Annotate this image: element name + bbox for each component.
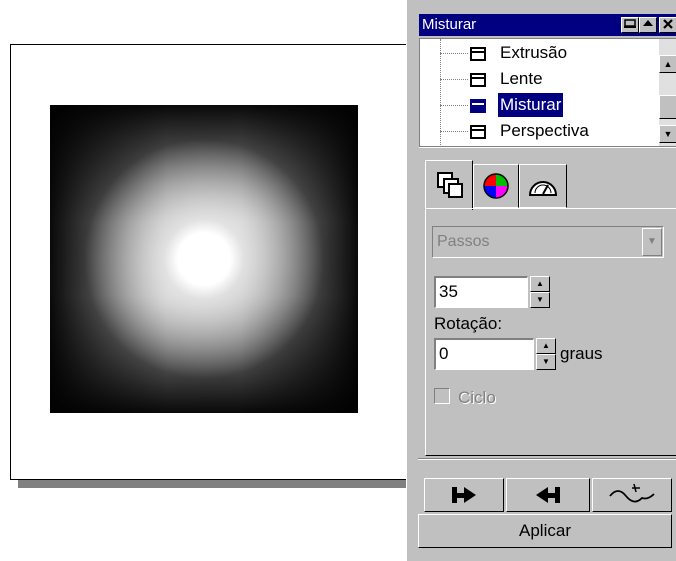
tree-branch bbox=[440, 79, 468, 80]
spin-up-icon[interactable]: ▲ bbox=[530, 276, 550, 292]
list-scrollbar[interactable]: ▲ ▼ bbox=[659, 39, 676, 146]
end-arrow-icon bbox=[536, 487, 560, 503]
roll-up-icon[interactable] bbox=[621, 17, 639, 33]
divider bbox=[419, 146, 676, 148]
docker-title-bar[interactable]: Misturar bbox=[419, 14, 676, 36]
spin-down-icon[interactable]: ▼ bbox=[536, 354, 556, 370]
rotation-label: Rotação: bbox=[434, 314, 503, 333]
loop-checkbox[interactable] bbox=[434, 388, 450, 404]
rotation-input[interactable]: 0 bbox=[434, 338, 534, 370]
tree-branch bbox=[440, 131, 468, 132]
blend-center-highlight bbox=[84, 139, 324, 379]
spin-down-icon[interactable]: ▼ bbox=[530, 292, 550, 308]
mode-select-value: Passos bbox=[437, 233, 490, 250]
steps-spinner[interactable]: ▲ ▼ bbox=[530, 276, 550, 308]
collapse-up-icon[interactable] bbox=[639, 17, 657, 33]
divider bbox=[418, 458, 676, 460]
color-wheel-icon bbox=[483, 173, 509, 199]
path-blend-button[interactable] bbox=[592, 478, 672, 512]
list-item[interactable]: Extrusão bbox=[420, 41, 660, 67]
steps-input[interactable]: 35 bbox=[434, 276, 528, 308]
path-curve-icon bbox=[609, 483, 655, 503]
list-item[interactable]: Perspectiva bbox=[420, 119, 660, 145]
tab-blend-steps[interactable] bbox=[425, 160, 473, 210]
blend-steps-icon bbox=[437, 172, 463, 198]
tab-color[interactable] bbox=[473, 164, 519, 208]
tree-branch bbox=[440, 53, 468, 54]
tab-acceleration[interactable] bbox=[519, 164, 567, 208]
docker-title: Misturar bbox=[422, 16, 477, 33]
close-icon[interactable] bbox=[659, 17, 676, 33]
list-item-label: Lente bbox=[500, 69, 543, 88]
object-effect-icon bbox=[470, 125, 486, 139]
list-item-label: Misturar bbox=[498, 93, 564, 117]
spin-up-icon[interactable]: ▲ bbox=[536, 338, 556, 354]
mode-select[interactable]: Passos ▼ bbox=[432, 226, 664, 258]
scroll-down-icon[interactable]: ▼ bbox=[659, 125, 676, 143]
effects-list[interactable]: Extrusão Lente Misturar Perspectiva ▲ ▼ bbox=[419, 38, 676, 146]
tree-branch bbox=[440, 105, 468, 106]
list-item-label: Extrusão bbox=[500, 43, 568, 62]
start-arrow-icon bbox=[452, 487, 476, 503]
object-effect-icon bbox=[470, 99, 486, 113]
list-item-selected[interactable]: Misturar bbox=[420, 93, 660, 119]
loop-label: Ciclo bbox=[458, 388, 496, 407]
scroll-up-icon[interactable]: ▲ bbox=[659, 55, 676, 73]
object-effect-icon bbox=[470, 47, 486, 61]
blended-square-object[interactable] bbox=[50, 105, 358, 413]
rotation-spinner[interactable]: ▲ ▼ bbox=[536, 338, 556, 370]
list-item-label: Perspectiva bbox=[500, 121, 589, 140]
chevron-down-icon[interactable]: ▼ bbox=[642, 228, 662, 256]
object-effect-icon bbox=[470, 73, 486, 87]
end-object-button[interactable] bbox=[506, 478, 590, 512]
gauge-icon bbox=[528, 181, 558, 196]
list-item[interactable]: Lente bbox=[420, 67, 660, 93]
rotation-unit: graus bbox=[560, 344, 603, 363]
scroll-thumb[interactable] bbox=[659, 95, 676, 119]
apply-button[interactable]: Aplicar bbox=[418, 514, 672, 548]
start-object-button[interactable] bbox=[424, 478, 504, 512]
